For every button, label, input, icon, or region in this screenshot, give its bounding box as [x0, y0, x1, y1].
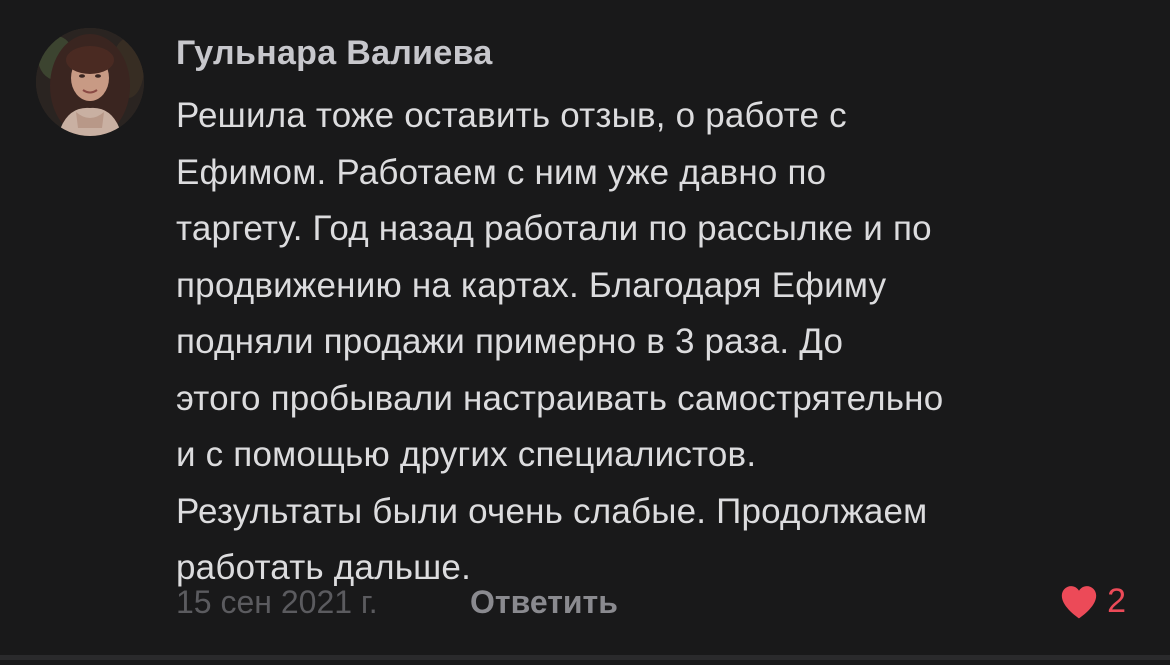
comment-text-line: подняли продажи примерно в 3 раза. До: [176, 322, 844, 361]
comment-text-line: Решила тоже оставить отзыв, о работе с: [176, 96, 847, 135]
reply-button[interactable]: Ответить: [470, 584, 618, 621]
comment-text-line: Результаты были очень слабые. Продолжаем: [176, 491, 928, 531]
like-button[interactable]: 2: [1059, 582, 1126, 621]
avatar-image: [36, 28, 144, 136]
like-count: 2: [1107, 582, 1126, 620]
divider: [0, 655, 1170, 660]
comment-text-line: продвижению на картах. Благодаря Ефиму: [176, 265, 887, 305]
avatar[interactable]: [36, 28, 144, 136]
comment-date: 15 сен 2021 г.: [176, 584, 378, 620]
comment-text-line: этого пробывали настраивать самострятель…: [176, 378, 944, 418]
author-name[interactable]: Гульнара Валиева: [176, 34, 493, 73]
heart-icon: [1061, 585, 1097, 618]
comment-text-line: и с помощью других специалистов.: [176, 435, 757, 474]
comment-text-line: Ефимом. Работаем с ним уже давно по: [176, 152, 827, 192]
comment-text: Решила тоже оставить отзыв, о работе с Е…: [176, 88, 1156, 597]
comment-item: Гульнара Валиева Решила тоже оставить от…: [0, 0, 1170, 660]
comment-text-line: таргету. Год назад работали по рассылке …: [176, 209, 932, 248]
